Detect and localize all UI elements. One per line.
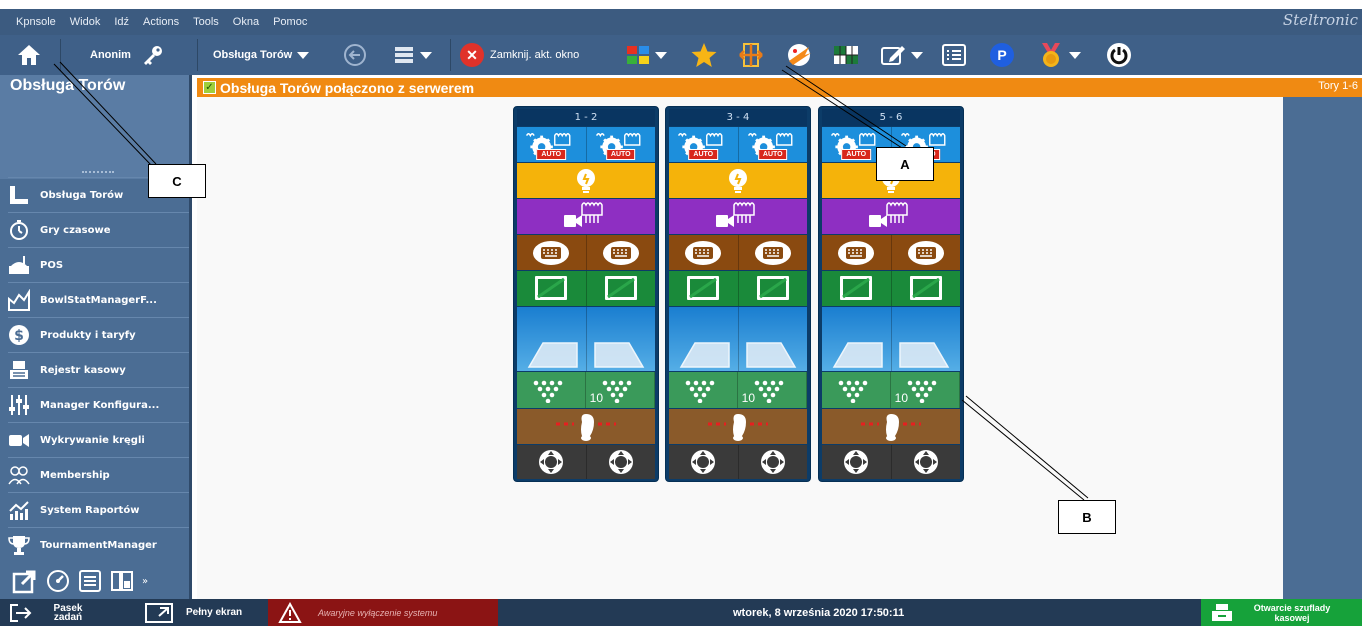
fullscreen-label: Pełny ekran bbox=[186, 607, 243, 618]
callout-a: A bbox=[876, 147, 934, 181]
taskbar-label: Pasek zadań bbox=[53, 602, 83, 623]
emergency-shutdown-button[interactable]: Awaryjne wyłączenie systemu bbox=[268, 599, 498, 626]
open-drawer-button[interactable]: Otwarcie szuflady kasowej bbox=[1201, 599, 1362, 626]
callout-b: B bbox=[1058, 500, 1116, 534]
callout-c: C bbox=[148, 164, 206, 198]
emergency-label: Awaryjne wyłączenie systemu bbox=[318, 607, 438, 618]
fullscreen-icon bbox=[145, 602, 173, 623]
cash-drawer-icon bbox=[1212, 603, 1232, 621]
fullscreen-button[interactable]: Pełny ekran bbox=[144, 599, 242, 626]
status-bar: Pasek zadań Pełny ekran Awaryjne wyłącze… bbox=[0, 599, 1362, 626]
taskbar-button[interactable]: Pasek zadań bbox=[8, 599, 94, 626]
open-drawer-label: Otwarcie szuflady kasowej bbox=[1253, 602, 1331, 623]
datetime: wtorek, 8 września 2020 17:50:11 bbox=[733, 606, 905, 619]
warning-icon bbox=[278, 601, 302, 623]
exit-arrow-icon bbox=[10, 603, 32, 622]
callout-lines bbox=[53, 61, 1089, 501]
